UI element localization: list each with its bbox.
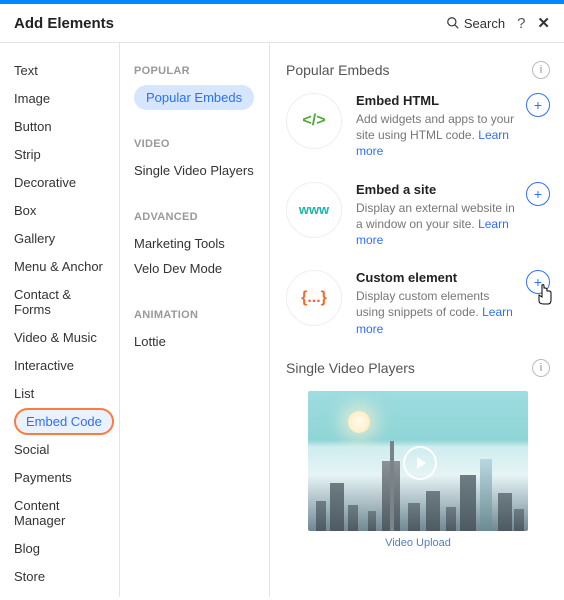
panel-body: TextImageButtonStripDecorativeBoxGallery…	[0, 43, 564, 597]
section-header-video: Single Video Players i	[286, 359, 550, 377]
embed-title: Custom element	[356, 270, 518, 285]
category-item[interactable]: Decorative	[14, 169, 119, 196]
section-title: Single Video Players	[286, 360, 415, 376]
category-item[interactable]: Image	[14, 85, 119, 112]
embed-row: </> Embed HTML Add widgets and apps to you…	[286, 93, 550, 160]
subcategory-list: POPULAR Popular Embeds VIDEO Single Video P…	[120, 43, 270, 597]
subcategory-item[interactable]: Lottie	[134, 329, 259, 354]
section-header-popular: Popular Embeds i	[286, 61, 550, 79]
category-item[interactable]: Content Manager	[14, 492, 119, 534]
close-button[interactable]: ✕	[537, 14, 550, 32]
category-list: TextImageButtonStripDecorativeBoxGallery…	[0, 43, 120, 597]
embed-description: Display an external website in a window …	[356, 200, 518, 249]
group-heading: ANIMATION	[134, 309, 259, 321]
embed-title: Embed HTML	[356, 93, 518, 108]
add-button[interactable]: +	[526, 270, 550, 294]
category-item[interactable]: Social	[14, 436, 119, 463]
category-item[interactable]: Text	[14, 57, 119, 84]
embed-icon: {...}	[286, 270, 342, 326]
embed-row: {...} Custom element Display custom elemen…	[286, 270, 550, 337]
search-label: Search	[464, 16, 505, 31]
learn-more-link[interactable]: Learn more	[356, 217, 509, 247]
embed-list: </> Embed HTML Add widgets and apps to you…	[286, 93, 550, 337]
embed-title: Embed a site	[356, 182, 518, 197]
pointer-cursor-icon	[535, 283, 555, 305]
learn-more-link[interactable]: Learn more	[356, 128, 509, 158]
embed-icon: www	[286, 182, 342, 238]
group-heading: VIDEO	[134, 138, 259, 150]
subcategory-item[interactable]: Popular Embeds	[134, 85, 254, 110]
info-icon[interactable]: i	[532, 359, 550, 377]
category-item[interactable]: Bookings	[14, 591, 119, 597]
group-heading: ADVANCED	[134, 211, 259, 223]
content-pane: Popular Embeds i </> Embed HTML Add widget…	[270, 43, 564, 597]
embed-body: Custom element Display custom elements us…	[356, 270, 518, 337]
video-thumbnail[interactable]	[308, 391, 528, 531]
search-icon	[446, 16, 460, 30]
category-item[interactable]: Menu & Anchor	[14, 253, 119, 280]
category-item[interactable]: Store	[14, 563, 119, 590]
sun-graphic	[348, 411, 370, 433]
learn-more-link[interactable]: Learn more	[356, 305, 513, 335]
search-button[interactable]: Search	[446, 16, 505, 31]
category-item[interactable]: Gallery	[14, 225, 119, 252]
group-heading: POPULAR	[134, 65, 259, 77]
category-item[interactable]: Embed Code	[14, 408, 114, 435]
add-button[interactable]: +	[526, 93, 550, 117]
category-item[interactable]: Strip	[14, 141, 119, 168]
embed-description: Display custom elements using snippets o…	[356, 288, 518, 337]
category-item[interactable]: Button	[14, 113, 119, 140]
help-button[interactable]: ?	[517, 15, 525, 32]
subcategory-item[interactable]: Velo Dev Mode	[134, 256, 259, 281]
embed-row: www Embed a site Display an external websi…	[286, 182, 550, 249]
embed-icon: </>	[286, 93, 342, 149]
subcategory-item[interactable]: Marketing Tools	[134, 231, 259, 256]
category-item[interactable]: Blog	[14, 535, 119, 562]
video-caption[interactable]: Video Upload	[286, 537, 550, 549]
subcategory-item[interactable]: Single Video Players	[134, 158, 259, 183]
category-item[interactable]: Video & Music	[14, 324, 119, 351]
panel-root: Add Elements Search ? ✕ TextImageButtonS…	[0, 0, 564, 600]
section-title: Popular Embeds	[286, 62, 390, 78]
category-item[interactable]: Contact & Forms	[14, 281, 119, 323]
category-item[interactable]: Interactive	[14, 352, 119, 379]
panel-title: Add Elements	[14, 15, 114, 32]
play-icon	[403, 446, 437, 480]
category-item[interactable]: Box	[14, 197, 119, 224]
embed-description: Add widgets and apps to your site using …	[356, 111, 518, 160]
category-item[interactable]: List	[14, 380, 119, 407]
embed-body: Embed a site Display an external website …	[356, 182, 518, 249]
info-icon[interactable]: i	[532, 61, 550, 79]
panel-header: Add Elements Search ? ✕	[0, 4, 564, 43]
add-button[interactable]: +	[526, 182, 550, 206]
embed-body: Embed HTML Add widgets and apps to your s…	[356, 93, 518, 160]
category-item[interactable]: Payments	[14, 464, 119, 491]
